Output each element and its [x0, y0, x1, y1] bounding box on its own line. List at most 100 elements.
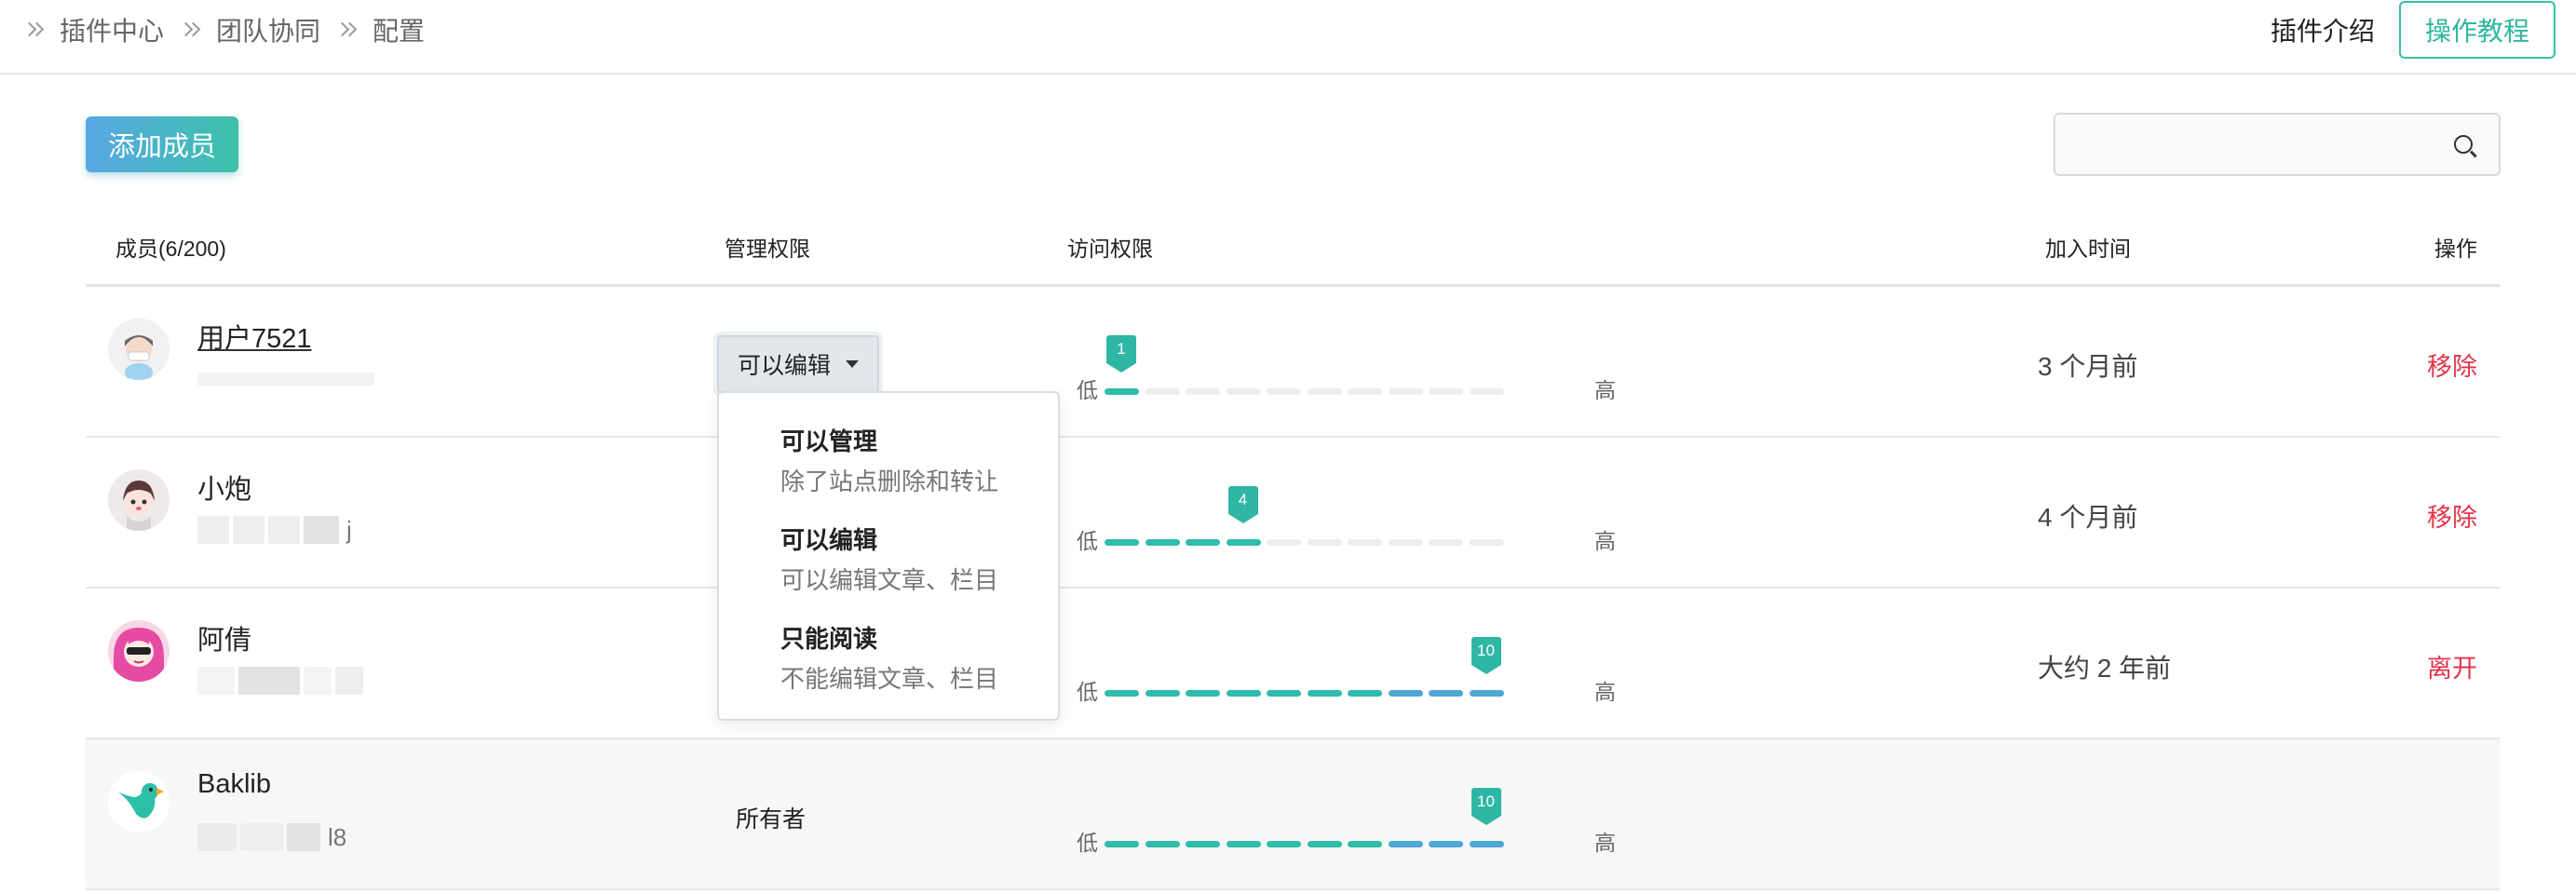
- level-segment[interactable]: [1307, 539, 1342, 546]
- level-marker-value: 1: [1106, 335, 1136, 363]
- level-marker-tip: [1106, 363, 1136, 372]
- access-level[interactable]: 低 高 4: [1077, 486, 1635, 553]
- level-segment[interactable]: [1267, 690, 1301, 697]
- level-segment[interactable]: [1145, 388, 1180, 395]
- level-segment[interactable]: [1145, 841, 1180, 847]
- level-segment[interactable]: [1388, 388, 1423, 395]
- level-segment[interactable]: [1186, 690, 1220, 697]
- breadcrumb-item-team[interactable]: 团队协同: [216, 11, 320, 48]
- access-level[interactable]: 低 高 1: [1077, 335, 1635, 402]
- level-segment[interactable]: [1388, 690, 1423, 697]
- level-segment[interactable]: [1105, 841, 1139, 847]
- menu-item-desc: 可以编辑文章、栏目: [780, 566, 999, 594]
- level-segment[interactable]: [1267, 841, 1301, 847]
- redacted-block: [268, 516, 300, 544]
- level-segment[interactable]: [1226, 841, 1261, 847]
- member-contact-redacted: [197, 665, 367, 697]
- level-segment[interactable]: [1429, 388, 1463, 395]
- level-segment[interactable]: [1105, 388, 1139, 395]
- level-segment[interactable]: [1429, 539, 1463, 546]
- level-segment[interactable]: [1429, 690, 1463, 697]
- double-chevron-right-icon: [179, 19, 203, 41]
- leave-team-link[interactable]: 离开: [2427, 648, 2477, 684]
- level-segment[interactable]: [1348, 690, 1382, 697]
- level-segment[interactable]: [1186, 388, 1220, 395]
- level-low-label: 低: [1077, 680, 1098, 704]
- member-contact-tail: l8: [328, 822, 347, 851]
- level-segment[interactable]: [1348, 388, 1382, 395]
- level-segment[interactable]: [1226, 539, 1261, 546]
- tutorial-button[interactable]: 操作教程: [2398, 1, 2556, 59]
- level-segment[interactable]: [1348, 539, 1382, 546]
- level-segment[interactable]: [1307, 388, 1342, 395]
- menu-item-title: 只能阅读: [780, 625, 878, 653]
- redacted-block: [240, 823, 283, 851]
- level-segment[interactable]: [1267, 539, 1301, 546]
- top-header: 插件中心 团队协同 配置 插件介绍 操作教程: [0, 0, 2576, 74]
- permission-select[interactable]: 可以编辑: [717, 335, 880, 393]
- level-segment[interactable]: [1429, 841, 1463, 847]
- search-icon[interactable]: [2454, 135, 2473, 154]
- level-segments: [1105, 690, 1504, 698]
- joined-time: 3 个月前: [2038, 352, 2138, 381]
- level-segment[interactable]: [1469, 690, 1504, 697]
- menu-item-read-only[interactable]: 只能阅读 不能编辑文章、栏目: [780, 620, 1051, 695]
- level-segment[interactable]: [1105, 539, 1139, 546]
- level-segment[interactable]: [1307, 690, 1342, 697]
- redacted-block: [335, 667, 363, 695]
- level-segment[interactable]: [1388, 841, 1423, 847]
- redacted-block: [304, 516, 339, 544]
- add-member-button[interactable]: 添加成员: [86, 116, 238, 172]
- breadcrumb-item-plugins[interactable]: 插件中心: [60, 11, 164, 48]
- member-contact-tail: j: [346, 515, 352, 544]
- level-marker[interactable]: 4: [1227, 486, 1258, 525]
- pink-hair-avatar-icon: [108, 620, 169, 682]
- breadcrumb: 插件中心 团队协同 配置: [22, 11, 440, 48]
- member-name: Baklib: [197, 769, 271, 799]
- level-low-label: 低: [1077, 529, 1098, 553]
- owner-permission-label: 所有者: [736, 806, 807, 833]
- level-segments: [1105, 539, 1504, 547]
- level-segment[interactable]: [1348, 841, 1382, 847]
- column-header-member: 成员(6/200): [115, 237, 226, 261]
- redacted-block: [197, 667, 235, 695]
- level-segment[interactable]: [1469, 388, 1504, 395]
- level-segment[interactable]: [1469, 841, 1504, 847]
- redacted-block: [197, 823, 237, 851]
- level-segment[interactable]: [1307, 841, 1342, 847]
- level-segment[interactable]: [1469, 539, 1504, 546]
- anime-girl-avatar-icon: [108, 469, 169, 531]
- double-chevron-right-icon: [335, 19, 359, 41]
- column-header-access: 访问权限: [1067, 237, 1153, 261]
- level-segment[interactable]: [1388, 539, 1423, 546]
- remove-member-link[interactable]: 移除: [2427, 497, 2477, 534]
- redacted-block: [304, 667, 332, 695]
- level-segment[interactable]: [1145, 539, 1180, 546]
- search-input[interactable]: [2055, 115, 2428, 174]
- access-level[interactable]: 低 高 10: [1077, 637, 1635, 704]
- level-marker[interactable]: 10: [1471, 788, 1501, 827]
- level-marker[interactable]: 10: [1471, 637, 1501, 676]
- remove-member-link[interactable]: 移除: [2427, 346, 2477, 383]
- level-marker[interactable]: 1: [1106, 335, 1136, 374]
- member-contact-redacted: l8: [197, 821, 346, 853]
- level-marker-tip: [1471, 665, 1501, 674]
- level-segment[interactable]: [1226, 690, 1261, 697]
- level-segment[interactable]: [1267, 388, 1301, 395]
- joined-time: 大约 2 年前: [2038, 654, 2172, 683]
- table-row: 用户7521 可以编辑 低 高 1 3 个月前 移除: [86, 287, 2500, 438]
- level-segment[interactable]: [1226, 388, 1261, 395]
- table-header: 成员(6/200) 管理权限 访问权限 加入时间 操作: [86, 216, 2500, 287]
- level-segment[interactable]: [1145, 690, 1180, 697]
- level-segment[interactable]: [1105, 690, 1139, 697]
- level-marker-value: 10: [1471, 637, 1501, 665]
- menu-item-can-edit[interactable]: 可以编辑 可以编辑文章、栏目: [780, 522, 1051, 596]
- menu-item-can-manage[interactable]: 可以管理 除了站点删除和转让: [780, 423, 1051, 497]
- column-header-action: 操作: [2434, 237, 2477, 261]
- level-segment[interactable]: [1186, 841, 1220, 847]
- level-marker-tip: [1227, 514, 1258, 523]
- redacted-block: [287, 823, 320, 851]
- level-low-label: 低: [1077, 378, 1098, 402]
- plugin-intro-link[interactable]: 插件介绍: [2271, 11, 2375, 48]
- level-segment[interactable]: [1186, 539, 1220, 546]
